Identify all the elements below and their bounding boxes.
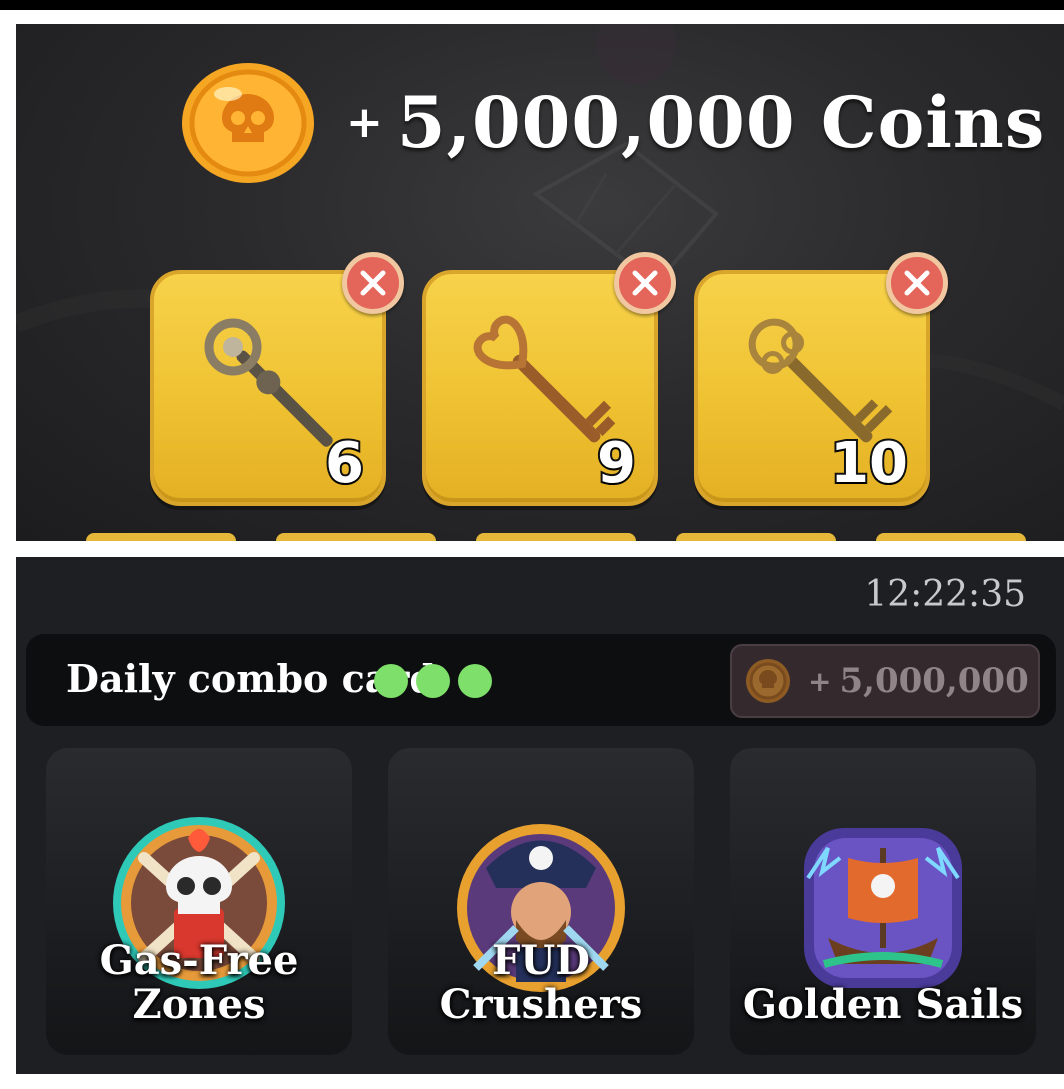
close-icon (904, 270, 930, 296)
peek-card (876, 533, 1026, 541)
close-icon (632, 270, 658, 296)
key-card-1[interactable]: 6 (150, 252, 404, 506)
combo-reward-amount: 5,000,000 (839, 661, 1029, 701)
combo-card-fud-crushers[interactable]: FUD Crushers (388, 748, 694, 1055)
daily-combo-panel: 12:22:35 Daily combo card + 5,000,000 Ga… (16, 557, 1064, 1074)
progress-dot (458, 664, 492, 698)
claim-combo-reward-button[interactable]: + 5,000,000 (730, 644, 1040, 718)
reward-plus-sign: + (346, 97, 383, 148)
key-card-2[interactable]: 9 (422, 252, 676, 506)
skull-coin-icon (182, 63, 314, 183)
status-bar (0, 0, 1064, 10)
remove-key-button[interactable] (886, 252, 948, 314)
reward-plus-sign: + (808, 664, 832, 698)
card-title: Golden Sails (742, 981, 1024, 1028)
card-title: FUD Crushers (439, 937, 643, 1028)
combo-progress-dots (374, 664, 492, 698)
combo-card-golden-sails[interactable]: Golden Sails (730, 748, 1036, 1055)
peek-card (676, 533, 836, 541)
combo-card-gas-free-zones[interactable]: Gas-Free Zones (46, 748, 352, 1055)
next-row-cards-peek (16, 533, 1064, 541)
progress-dot (374, 664, 408, 698)
pirate-ship-badge-icon (804, 828, 962, 988)
progress-dot (416, 664, 450, 698)
key-count: 9 (595, 431, 638, 496)
keys-reward-panel: + 5,000,000 Coins 6 9 10 (16, 24, 1064, 541)
peek-card (276, 533, 436, 541)
coins-reward: + 5,000,000 Coins (178, 60, 1045, 186)
combo-timer: 12:22:35 (864, 574, 1026, 615)
key-count: 6 (323, 431, 366, 496)
skull-coin-icon (746, 659, 790, 703)
close-icon (360, 270, 386, 296)
daily-combo-bar: Daily combo card + 5,000,000 (26, 634, 1056, 726)
key-count: 10 (828, 431, 910, 496)
remove-key-button[interactable] (342, 252, 404, 314)
reward-amount: 5,000,000 Coins (396, 81, 1046, 164)
remove-key-button[interactable] (614, 252, 676, 314)
peek-card (476, 533, 636, 541)
peek-card (86, 533, 236, 541)
key-card-3[interactable]: 10 (694, 252, 948, 506)
card-title: Gas-Free Zones (99, 937, 299, 1028)
